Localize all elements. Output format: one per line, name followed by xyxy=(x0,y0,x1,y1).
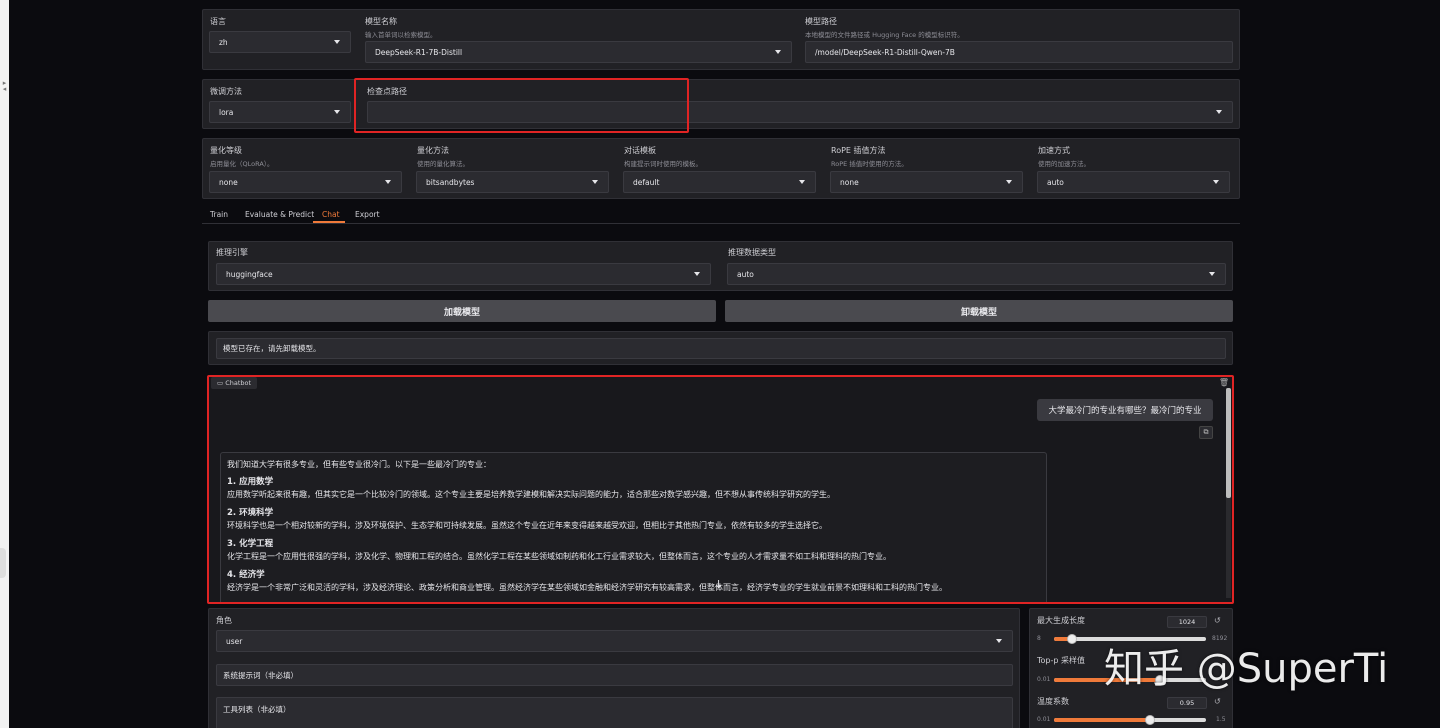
reset-icon[interactable]: ↺ xyxy=(1214,616,1221,625)
dtype-label: 推理数据类型 xyxy=(728,248,776,257)
rope-label: RoPE 插值方法 xyxy=(831,146,886,155)
max-tokens-input[interactable]: 1024 xyxy=(1167,616,1207,628)
model-path-input[interactable]: /model/DeepSeek-R1-Distill-Qwen-7B xyxy=(805,41,1233,63)
collapse-arrows-icon[interactable]: ▸ ◂ xyxy=(0,80,9,93)
slider-min: 0.01 xyxy=(1037,716,1051,723)
role-label: 角色 xyxy=(216,616,232,625)
chevron-down-icon xyxy=(1216,110,1222,114)
unload-model-button[interactable]: 卸载模型 xyxy=(725,300,1233,322)
chevron-down-icon xyxy=(1006,180,1012,184)
quant-level-info: 启用量化（QLoRA）。 xyxy=(210,160,274,168)
model-name-info: 输入首单词以检索模型。 xyxy=(365,31,437,39)
model-name-select[interactable]: DeepSeek-R1-7B-Distill xyxy=(365,41,792,63)
quant-method-select[interactable]: bitsandbytes xyxy=(416,171,609,193)
quant-method-label: 量化方法 xyxy=(417,146,449,155)
chevron-down-icon xyxy=(334,40,340,44)
tabs-divider xyxy=(202,223,1240,224)
tab-chat[interactable]: Chat xyxy=(322,210,340,219)
chevron-down-icon xyxy=(996,639,1002,643)
chatbot-highlight-box xyxy=(207,375,1234,604)
quant-method-info: 使用的量化算法。 xyxy=(417,160,469,168)
rope-select[interactable]: none xyxy=(830,171,1023,193)
booster-select[interactable]: auto xyxy=(1037,171,1230,193)
tools-input[interactable]: 工具列表（非必填） xyxy=(216,697,1013,728)
quant-level-select[interactable]: none xyxy=(209,171,402,193)
booster-info: 使用的加速方法。 xyxy=(1038,160,1090,168)
model-path-info: 本地模型的文件路径或 Hugging Face 的模型标识符。 xyxy=(805,31,964,39)
browser-side-strip: ▸ ◂ xyxy=(0,0,9,728)
watermark: 知乎 @SuperTi xyxy=(1104,646,1389,692)
chevron-down-icon xyxy=(694,272,700,276)
chevron-down-icon xyxy=(385,180,391,184)
slider-min: 0.01 xyxy=(1037,676,1051,683)
chevron-down-icon xyxy=(775,50,781,54)
chevron-down-icon xyxy=(592,180,598,184)
chevron-down-icon xyxy=(799,180,805,184)
max-tokens-label: 最大生成长度 xyxy=(1037,616,1085,625)
system-prompt-input[interactable]: 系统提示词（非必填） xyxy=(216,664,1013,686)
status-panel: 模型已存在，请先卸载模型。 xyxy=(208,331,1233,365)
side-handle[interactable] xyxy=(0,548,6,578)
role-select[interactable]: user xyxy=(216,630,1013,652)
temperature-fill xyxy=(1054,718,1150,722)
chevron-down-icon xyxy=(334,110,340,114)
temperature-input[interactable]: 0.95 xyxy=(1167,697,1207,709)
dtype-select[interactable]: auto xyxy=(727,263,1226,285)
finetune-select[interactable]: lora xyxy=(209,101,351,123)
booster-label: 加速方式 xyxy=(1038,146,1070,155)
temperature-label: 温度系数 xyxy=(1037,697,1069,706)
tab-evaluate[interactable]: Evaluate & Predict xyxy=(245,210,314,219)
template-label: 对话模板 xyxy=(624,146,656,155)
template-select[interactable]: default xyxy=(623,171,816,193)
model-path-label: 模型路径 xyxy=(805,17,837,26)
reset-icon[interactable]: ↺ xyxy=(1214,697,1221,706)
model-name-label: 模型名称 xyxy=(365,17,397,26)
backend-label: 推理引擎 xyxy=(216,248,248,257)
backend-select[interactable]: huggingface xyxy=(216,263,711,285)
infer-panel: 推理引擎 huggingface 推理数据类型 auto xyxy=(208,241,1233,291)
slider-max: 1.5 xyxy=(1216,716,1226,723)
advanced-panel: 量化等级 启用量化（QLoRA）。 none 量化方法 使用的量化算法。 bit… xyxy=(202,138,1240,199)
status-box: 模型已存在，请先卸载模型。 xyxy=(216,338,1226,359)
model-config-panel: 语言 zh 模型名称 输入首单词以检索模型。 DeepSeek-R1-7B-Di… xyxy=(202,9,1240,70)
rope-info: RoPE 插值时使用的方法。 xyxy=(831,160,908,168)
checkpoint-highlight-box xyxy=(354,78,689,133)
input-panel: 角色 user 系统提示词（非必填） 工具列表（非必填） xyxy=(208,608,1020,728)
quant-level-label: 量化等级 xyxy=(210,146,242,155)
top-p-label: Top-p 采样值 xyxy=(1037,656,1086,665)
template-info: 构建提示词时使用的模板。 xyxy=(624,160,702,168)
language-select[interactable]: zh xyxy=(209,31,351,53)
tab-train[interactable]: Train xyxy=(210,210,228,219)
load-model-button[interactable]: 加载模型 xyxy=(208,300,716,322)
chevron-down-icon xyxy=(1209,272,1215,276)
language-label: 语言 xyxy=(210,17,226,26)
tab-export[interactable]: Export xyxy=(355,210,380,219)
finetune-label: 微调方法 xyxy=(210,87,242,96)
slider-min: 8 xyxy=(1037,635,1041,642)
max-tokens-slider[interactable] xyxy=(1067,634,1078,644)
chevron-down-icon xyxy=(1213,180,1219,184)
temperature-slider[interactable] xyxy=(1144,715,1155,725)
